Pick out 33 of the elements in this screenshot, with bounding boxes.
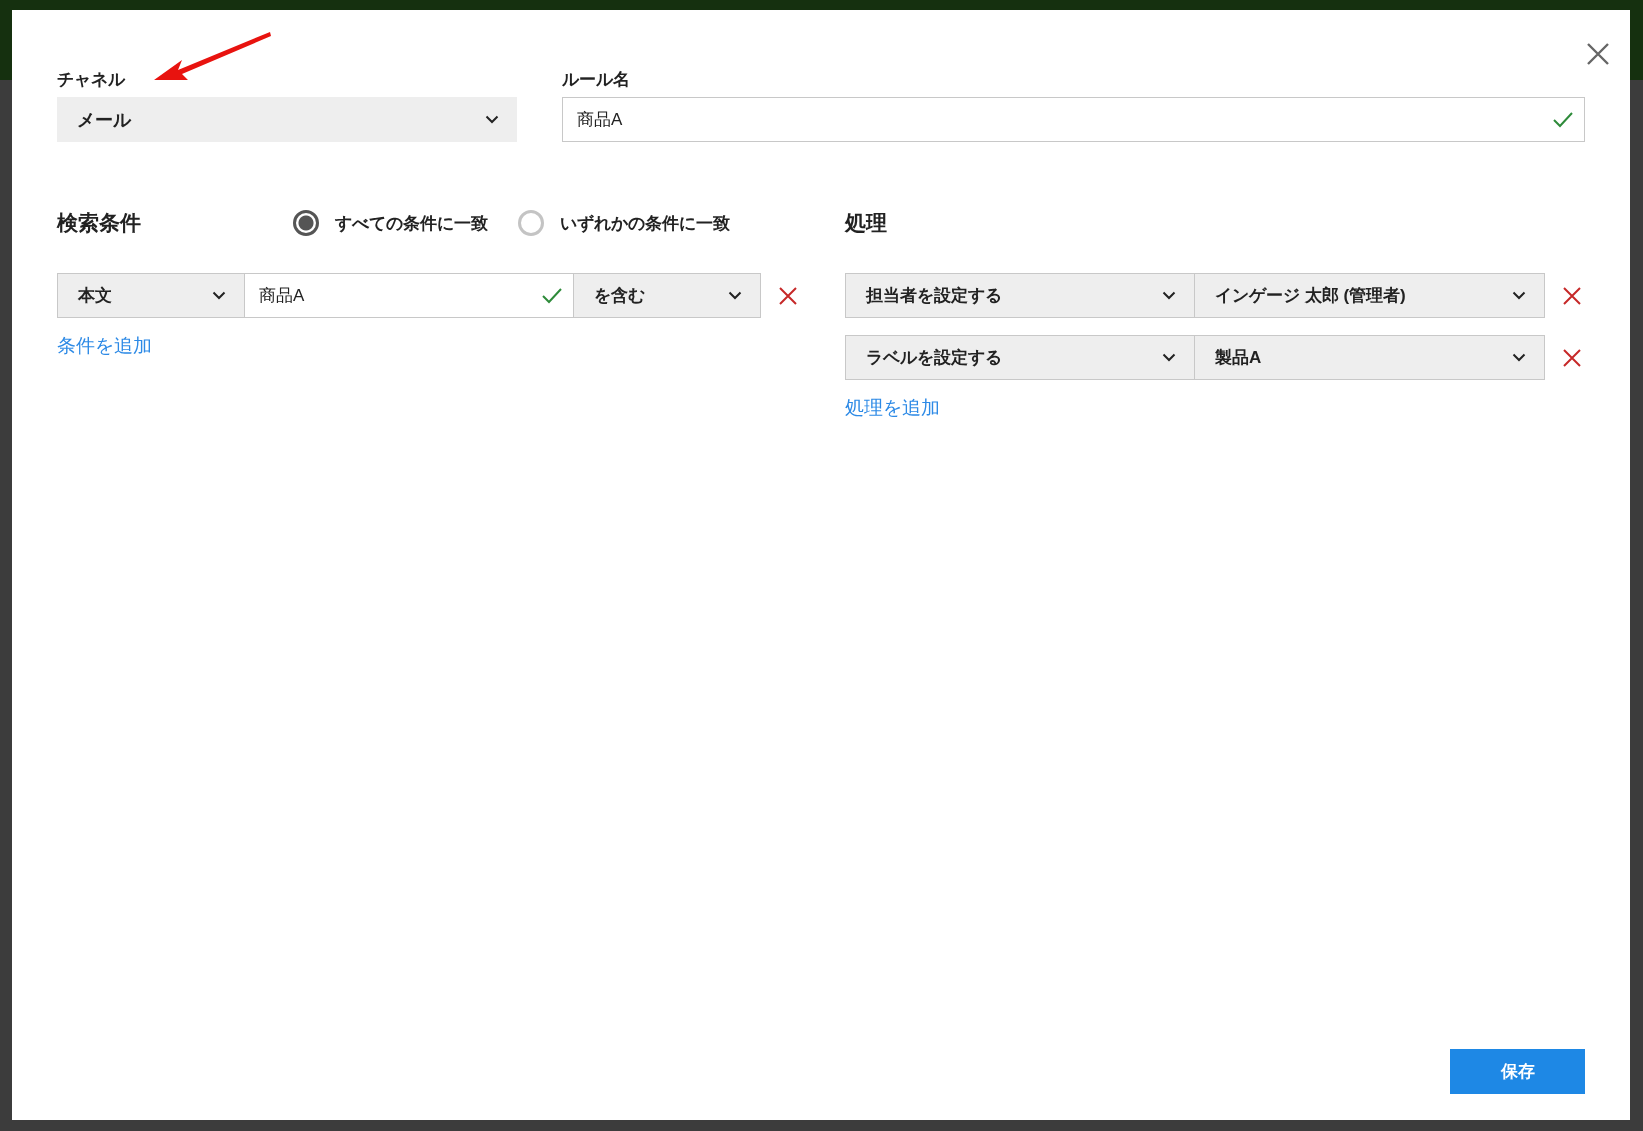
channel-dropdown[interactable]: メール [57,97,517,142]
close-icon [1563,348,1581,367]
condition-value-field[interactable]: 商品A [245,273,573,318]
radio-label: いずれかの条件に一致 [560,212,730,235]
chevron-down-icon [212,291,226,300]
radio-button[interactable] [518,210,544,236]
chevron-down-icon [1512,353,1526,362]
add-condition-link[interactable]: 条件を追加 [57,333,152,359]
chevron-down-icon [1162,291,1176,300]
close-icon [779,286,797,305]
field-label: チャネル [57,69,127,91]
chevron-down-icon [485,115,499,124]
operator-dropdown[interactable]: を含む [573,273,761,318]
field-dropdown[interactable]: 本文 [57,273,245,318]
radio-button[interactable] [293,210,319,236]
rule-name-field[interactable]: 商品A [562,97,1585,142]
chevron-down-icon [1162,353,1176,362]
close-icon [1586,42,1610,66]
action-value-dropdown[interactable]: 製品A [1195,335,1545,380]
field-label: ルール名 [562,69,631,91]
chevron-down-icon [1512,291,1526,300]
match-radio-option[interactable]: いずれかの条件に一致 [518,210,730,236]
match-radio-option[interactable]: すべての条件に一致 [293,210,488,236]
section-title: 処理 [845,210,888,236]
close-icon [1563,286,1581,305]
radio-label: すべての条件に一致 [335,212,488,235]
action-value-dropdown[interactable]: インゲージ 太郎 (管理者) [1195,273,1545,318]
add-action-link[interactable]: 処理を追加 [845,395,940,421]
action-dropdown[interactable]: 担当者を設定する [845,273,1195,318]
chevron-down-icon [728,291,742,300]
section-title: 検索条件 [57,210,142,236]
save-button[interactable]: 保存 [1450,1049,1585,1094]
action-dropdown[interactable]: ラベルを設定する [845,335,1195,380]
